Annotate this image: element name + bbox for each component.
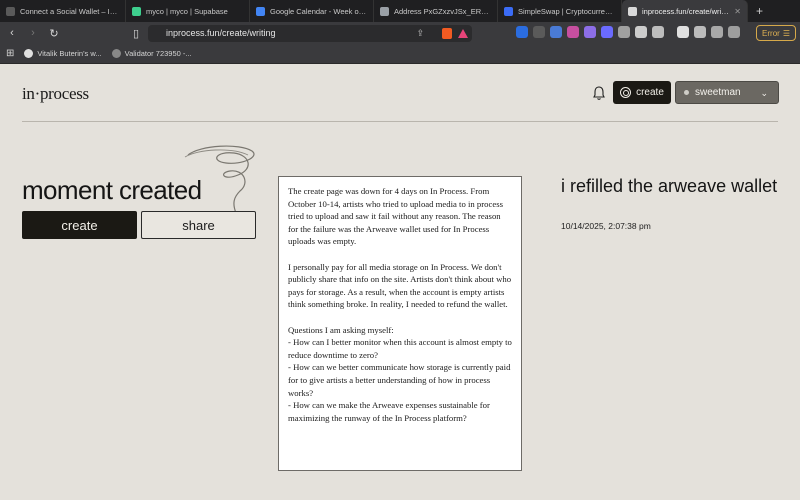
close-tab-icon[interactable]: ✕ [734, 7, 741, 16]
extensions-row [516, 26, 740, 38]
bookmark-icon[interactable]: ▯ [127, 24, 145, 42]
tab-title: inprocess.fun/create/writing [642, 6, 731, 16]
tab-title: Address PxGZxzvJSx_ER-Vdec [394, 6, 491, 16]
page-icon [628, 6, 637, 16]
extension-icon[interactable] [584, 26, 596, 38]
tab-title: SimpleSwap | Cryptocurrency E [518, 6, 615, 16]
create-ring-icon [620, 87, 632, 98]
browser-tab-bar: Connect a Social Wallet – In Pr myco | m… [0, 0, 800, 22]
bookmark-label: Validator 723950 -... [124, 49, 192, 58]
chevron-down-icon: ⌄ [760, 88, 768, 98]
tab-simpleswap[interactable]: SimpleSwap | Cryptocurrency E [498, 0, 622, 22]
puzzle-icon[interactable] [635, 26, 647, 38]
extension-icon[interactable] [533, 26, 545, 38]
tab-favicon [6, 6, 15, 16]
page: in·process create sweetman ⌄ moment crea… [0, 65, 800, 500]
sidebar-icon[interactable] [677, 26, 689, 38]
share-button[interactable]: share [141, 211, 256, 239]
username: sweetman [695, 87, 741, 98]
tab-google-calendar[interactable]: Google Calendar - Week of Oct [250, 0, 374, 22]
simpleswap-icon [504, 6, 513, 16]
status-dot [684, 90, 689, 95]
moment-created-heading: moment created [22, 175, 202, 205]
header-divider [22, 121, 778, 122]
bitwarden-icon[interactable] [516, 26, 528, 38]
extension-icon[interactable] [550, 26, 562, 38]
browser-toolbar: ‹ › ↻ ▯ inprocess.fun/create/writing ⇪ E… [0, 22, 800, 44]
tab-title: myco | myco | Supabase [146, 6, 228, 16]
leo-icon[interactable] [711, 26, 723, 38]
menu-icon: ☰ [782, 28, 790, 38]
writing-preview: The create page was down for 4 days on I… [278, 176, 522, 471]
tab-connect-wallet[interactable]: Connect a Social Wallet – In Pr [0, 0, 126, 22]
error-button[interactable]: Error ☰ [756, 25, 796, 41]
extension-icon[interactable] [618, 26, 630, 38]
tab-title: Google Calendar - Week of Oct [270, 6, 367, 16]
reload-icon[interactable]: ↻ [45, 24, 63, 42]
bookmark-validator[interactable]: Validator 723950 -... [111, 49, 192, 58]
new-tab-button[interactable]: + [748, 4, 771, 18]
back-icon[interactable]: ‹ [3, 24, 21, 42]
bookmark-vitalik[interactable]: Vitalik Buterin's w... [24, 49, 102, 58]
bell-icon[interactable] [592, 85, 606, 101]
vpn-icon[interactable] [728, 26, 740, 38]
brave-rewards-icon[interactable] [458, 28, 468, 38]
create-button[interactable]: create [22, 211, 137, 239]
apps-icon[interactable]: ⊞ [6, 48, 14, 59]
address-bar[interactable]: inprocess.fun/create/writing ⇪ [148, 24, 472, 42]
bookmarks-bar: ⊞ Vitalik Buterin's w... Validator 72395… [0, 44, 800, 64]
tab-inprocess-active[interactable]: inprocess.fun/create/writing ✕ [622, 0, 748, 22]
extension-icon[interactable] [601, 26, 613, 38]
calendar-icon [256, 6, 265, 16]
tab-address[interactable]: Address PxGZxzvJSx_ER-Vdec [374, 0, 498, 22]
tab-supabase[interactable]: myco | myco | Supabase [126, 0, 250, 22]
header-create-button[interactable]: create [613, 81, 671, 104]
extension-icon[interactable] [652, 26, 664, 38]
extension-icon[interactable] [567, 26, 579, 38]
forward-icon[interactable]: › [24, 24, 42, 42]
share-icon[interactable]: ⇪ [416, 28, 424, 39]
bookmark-label: Vitalik Buterin's w... [37, 49, 102, 58]
validator-icon [111, 49, 121, 58]
site-logo[interactable]: in·process [22, 84, 89, 104]
moment-timestamp: 10/14/2025, 2:07:38 pm [561, 221, 651, 231]
address-icon [380, 6, 389, 16]
user-menu-button[interactable]: sweetman ⌄ [675, 81, 779, 104]
wallet-icon[interactable] [694, 26, 706, 38]
supabase-icon [132, 6, 141, 16]
tab-title: Connect a Social Wallet – In Pr [20, 6, 119, 16]
url-text: inprocess.fun/create/writing [166, 28, 276, 38]
moment-title: i refilled the arweave wallet [561, 176, 778, 196]
create-label: create [636, 87, 664, 98]
brave-shield-icon[interactable] [442, 27, 452, 39]
github-icon [24, 49, 34, 58]
error-label: Error [762, 28, 780, 38]
